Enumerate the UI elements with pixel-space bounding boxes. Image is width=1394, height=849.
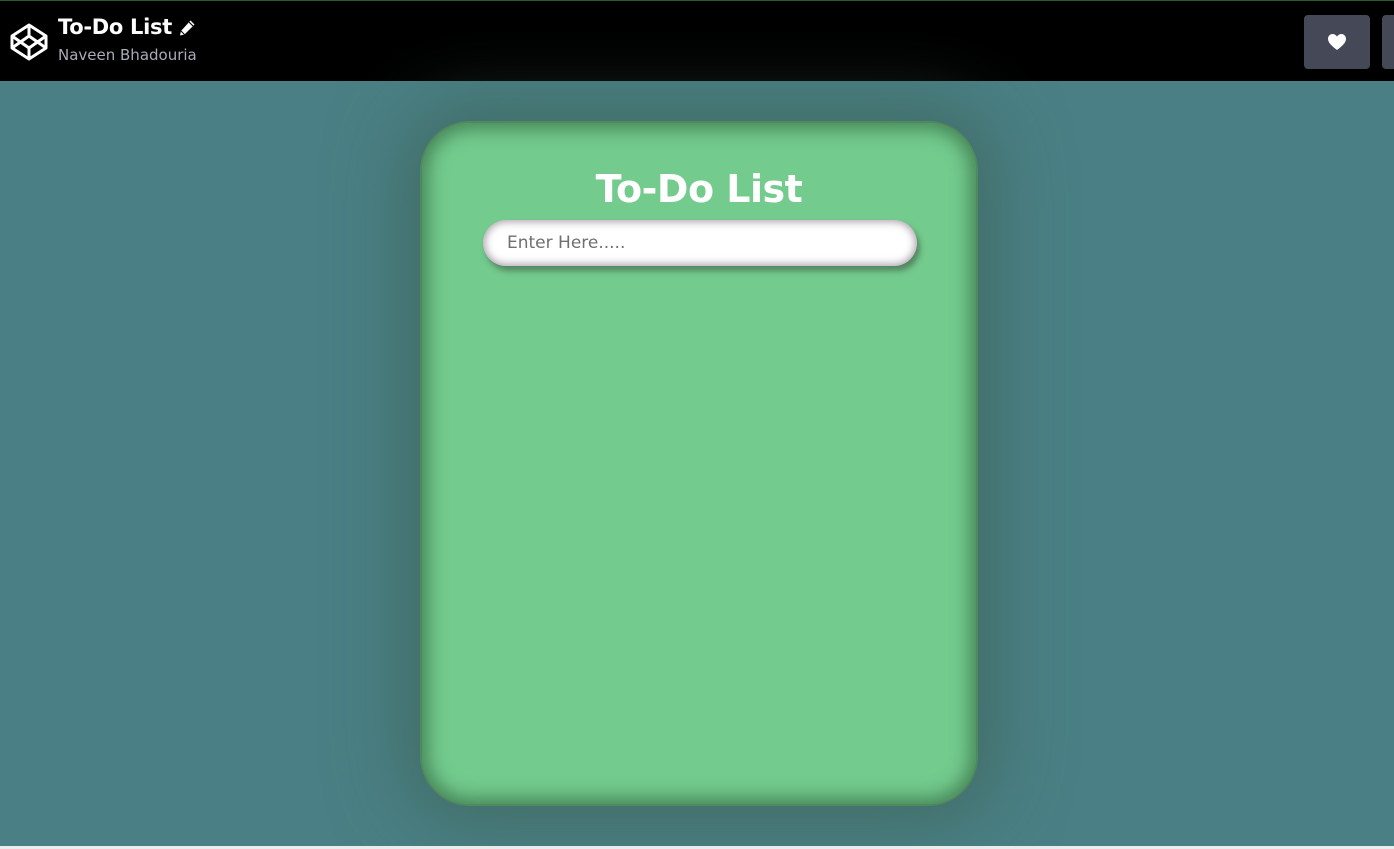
pencil-icon[interactable] — [178, 19, 196, 37]
pen-title[interactable]: To-Do List — [58, 13, 172, 41]
pen-info: To-Do List Naveen Bhadouria — [58, 13, 197, 65]
todo-card: To-Do List — [420, 121, 978, 806]
codepen-header: To-Do List Naveen Bhadouria — [0, 0, 1394, 81]
more-button[interactable] — [1382, 15, 1394, 69]
pen-author[interactable]: Naveen Bhadouria — [58, 45, 197, 65]
codepen-logo-icon[interactable] — [9, 22, 49, 62]
preview-area: To-Do List — [0, 81, 1394, 846]
todo-input[interactable] — [483, 220, 917, 266]
heart-icon — [1328, 34, 1346, 50]
like-button[interactable] — [1304, 15, 1370, 69]
todo-title: To-Do List — [595, 167, 803, 211]
todo-input-wrapper — [483, 220, 917, 266]
pen-title-row: To-Do List — [58, 13, 197, 41]
